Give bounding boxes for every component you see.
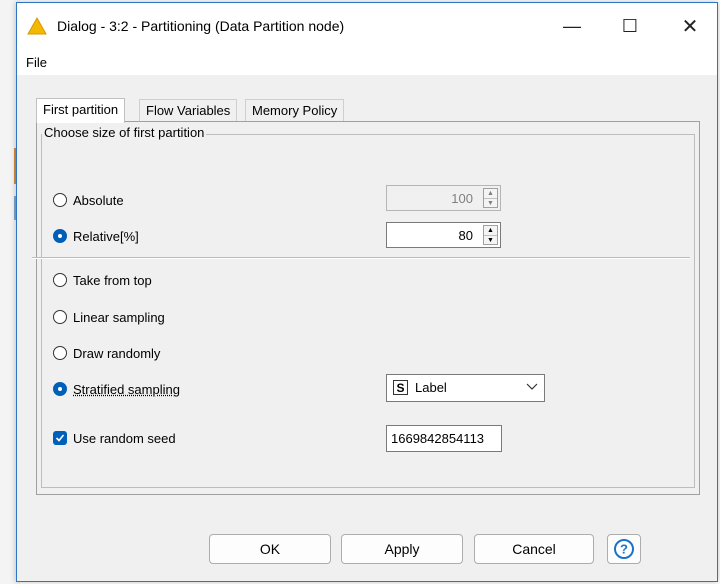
absolute-option[interactable]: Absolute <box>53 191 124 209</box>
linear-sampling-label: Linear sampling <box>73 309 165 325</box>
help-button[interactable]: ? <box>607 534 641 564</box>
warning-icon <box>27 17 47 35</box>
draw-randomly-label: Draw randomly <box>73 345 161 361</box>
relative-percent-spinner[interactable]: 80 ▲ ▼ <box>386 222 501 248</box>
stratification-column-select[interactable]: S Label <box>386 374 545 402</box>
dialog-window: Dialog - 3:2 - Partitioning (Data Partit… <box>16 2 718 582</box>
close-button[interactable]: ✕ <box>667 3 713 49</box>
string-type-icon: S <box>393 380 408 395</box>
linear-sampling-option[interactable]: Linear sampling <box>53 308 165 326</box>
spin-up-icon[interactable]: ▲ <box>484 189 497 199</box>
close-icon: ✕ <box>681 15 699 38</box>
absolute-count-value: 100 <box>451 191 473 206</box>
spinner-arrows[interactable]: ▲ ▼ <box>483 188 498 208</box>
maximize-button[interactable]: ☐ <box>607 3 653 49</box>
relative-percent-value: 80 <box>458 228 473 243</box>
absolute-radio[interactable] <box>53 193 67 207</box>
divider <box>32 257 690 259</box>
absolute-count-spinner[interactable]: 100 ▲ ▼ <box>386 185 501 211</box>
tab-first-partition[interactable]: First partition <box>36 98 126 123</box>
stratified-sampling-option[interactable]: Stratified sampling <box>53 380 180 398</box>
use-random-seed-label: Use random seed <box>73 430 176 446</box>
use-random-seed-option[interactable]: Use random seed <box>53 429 176 447</box>
relative-label: Relative[%] <box>73 228 139 244</box>
take-from-top-label: Take from top <box>73 272 152 288</box>
menu-file[interactable]: File <box>26 55 47 70</box>
window-title: Dialog - 3:2 - Partitioning (Data Partit… <box>57 18 345 34</box>
relative-option[interactable]: Relative[%] <box>53 227 139 245</box>
linear-sampling-radio[interactable] <box>53 310 67 324</box>
stratified-sampling-label: Stratified sampling <box>73 381 180 397</box>
spin-up-icon[interactable]: ▲ <box>484 226 497 236</box>
random-seed-input[interactable]: 1669842854113 <box>386 425 502 452</box>
stratification-column-value: Label <box>415 380 447 395</box>
ok-button[interactable]: OK <box>209 534 331 564</box>
take-from-top-option[interactable]: Take from top <box>53 271 152 289</box>
relative-radio[interactable] <box>53 229 67 243</box>
draw-randomly-option[interactable]: Draw randomly <box>53 344 160 362</box>
draw-randomly-radio[interactable] <box>53 346 67 360</box>
cancel-button[interactable]: Cancel <box>474 534 594 564</box>
chevron-down-icon <box>526 383 538 390</box>
spin-down-icon[interactable]: ▼ <box>484 199 497 208</box>
help-icon: ? <box>614 539 634 559</box>
minimize-button[interactable]: — <box>549 3 595 49</box>
menu-bar: File <box>17 49 717 75</box>
spinner-arrows[interactable]: ▲ ▼ <box>483 225 498 245</box>
stratified-sampling-radio[interactable] <box>53 382 67 396</box>
maximize-icon: ☐ <box>621 15 639 36</box>
use-random-seed-checkbox[interactable] <box>53 431 67 445</box>
take-from-top-radio[interactable] <box>53 273 67 287</box>
group-title: Choose size of first partition <box>42 125 207 140</box>
help-glyph: ? <box>620 542 628 557</box>
checkmark-icon <box>55 434 65 442</box>
apply-button[interactable]: Apply <box>341 534 463 564</box>
minimize-icon: — <box>563 15 581 36</box>
spin-down-icon[interactable]: ▼ <box>484 236 497 245</box>
absolute-label: Absolute <box>73 192 124 208</box>
tab-flow-variables[interactable]: Flow Variables <box>139 99 238 122</box>
tab-memory-policy[interactable]: Memory Policy <box>245 99 345 122</box>
title-bar[interactable]: Dialog - 3:2 - Partitioning (Data Partit… <box>17 3 717 49</box>
